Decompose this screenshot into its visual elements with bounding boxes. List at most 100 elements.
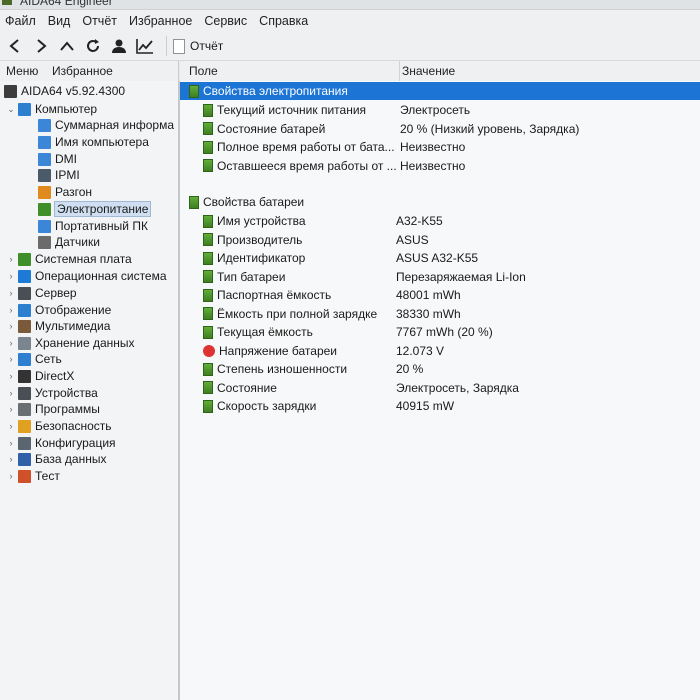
property-field: Полное время работы от бата... [203,140,395,154]
menu-file[interactable]: Файл [0,14,42,28]
user-button[interactable] [108,35,130,57]
tree-item-multimedia[interactable]: › Мультимедиа [6,318,111,334]
tree-item-display[interactable]: › Отображение [6,302,112,318]
chevron-down-icon[interactable]: ⌄ [6,104,16,115]
chevron-right-icon[interactable]: › [6,471,16,481]
chevron-right-icon[interactable]: › [6,404,16,414]
tree-item-portable-pc[interactable]: Портативный ПК [38,218,148,234]
battery-icon [203,159,213,172]
property-row[interactable]: Тип батареи Перезаряжаемая Li-Ion [180,268,700,286]
column-header-value[interactable]: Значение [399,61,455,81]
tab-menu[interactable]: Меню [0,64,52,78]
tree-item-power[interactable]: Электропитание [38,201,152,217]
report-button[interactable]: Отчёт [173,38,223,54]
property-value: 40915 mW [396,399,455,413]
tree-item-devices[interactable]: › Устройства [6,385,98,401]
tree-item-windows[interactable]: › Операционная система [6,268,167,284]
title-bar: AIDA64 Engineer [0,0,700,10]
battery-icon [189,84,199,98]
column-headers: Поле Значение [180,61,700,81]
battery-icon [203,399,213,413]
property-row[interactable]: Полное время работы от бата... Неизвестно [180,138,700,156]
user-icon [112,39,126,53]
chevron-right-icon[interactable]: › [6,421,16,431]
property-row[interactable]: Скорость зарядки 40915 mW [180,397,700,415]
back-button[interactable] [4,35,26,57]
refresh-icon [87,39,99,52]
tree-item-summary[interactable]: Суммарная информа [38,117,174,133]
dmi-icon [38,152,51,166]
property-field: Тип батареи [203,270,285,284]
property-name: Полное время работы от бата... [217,140,395,154]
tree-item-sensors[interactable]: Датчики [38,234,100,250]
property-value: Неизвестно [400,140,466,154]
sensors-icon [38,235,51,249]
property-row[interactable]: Состояние Электросеть, Зарядка [180,379,700,397]
battery-icon [203,214,213,228]
tree-item-server[interactable]: › Сервер [6,285,77,301]
chevron-right-icon[interactable]: › [6,388,16,398]
chevron-right-icon[interactable]: › [6,271,16,281]
tree-item-aida64[interactable]: AIDA64 v5.92.4300 [4,83,125,99]
property-name: Состояние [217,380,277,395]
chevron-right-icon[interactable]: › [6,438,16,448]
chevron-right-icon[interactable]: › [6,321,16,331]
tree-item-storage[interactable]: › Хранение данных [6,335,135,351]
property-name: Оставшееся время работы от ... [217,158,397,173]
menu-service[interactable]: Сервис [198,14,253,28]
tree-item-ipmi[interactable]: IPMI [38,167,80,183]
property-row[interactable]: Оставшееся время работы от ... Неизвестно [180,157,700,175]
column-header-field[interactable]: Поле [180,64,399,78]
property-row[interactable]: Степень изношенности 20 % [180,360,700,378]
tree-item-overclock[interactable]: Разгон [38,184,92,200]
property-row[interactable]: Текущий источник питания Электросеть [180,101,700,119]
chevron-right-icon[interactable]: › [6,454,16,464]
menu-report[interactable]: Отчёт [76,14,123,28]
chart-button[interactable] [134,35,156,57]
chevron-right-icon[interactable]: › [6,305,16,315]
tree-item-test[interactable]: › Тест [6,468,60,484]
chevron-right-icon[interactable]: › [6,338,16,348]
property-row[interactable]: Имя устройства A32-K55 [180,212,700,230]
chevron-right-icon[interactable]: › [6,254,16,264]
tree-item-network[interactable]: › Сеть [6,351,62,367]
tree-item-computer[interactable]: ⌄ Компьютер [6,101,97,117]
tree-item-database[interactable]: › База данных [6,451,107,467]
battery-icon [203,362,213,376]
property-row[interactable]: Состояние батарей 20 % (Низкий уровень, З… [180,120,700,138]
property-field: Состояние [203,381,277,395]
tree-item-label: Безопасность [35,419,112,433]
windows-icon [18,269,31,283]
property-row[interactable]: Паспортная ёмкость 48001 mWh [180,286,700,304]
property-value: Перезаряжаемая Li-Ion [396,269,526,284]
chevron-right-icon[interactable]: › [6,371,16,381]
property-row[interactable]: Напряжение батареи 12.073 V [180,342,700,360]
property-row[interactable]: Текущая ёмкость 7767 mWh (20 %) [180,323,700,341]
forward-button[interactable] [30,35,52,57]
property-value: Электросеть [400,103,471,117]
menu-favorites[interactable]: Избранное [123,14,198,28]
property-field: Напряжение батареи [203,344,337,358]
tree-item-security[interactable]: › Безопасность [6,418,112,434]
tree-item-config[interactable]: › Конфигурация [6,435,116,451]
property-row[interactable]: Идентификатор ASUS A32-K55 [180,249,700,267]
property-row[interactable]: Производитель ASUS [180,231,700,249]
battery-icon [203,140,213,154]
tree-item-directx[interactable]: › DirectX [6,368,75,384]
tree-item-computer-name[interactable]: Имя компьютера [38,134,149,150]
tree-item-dmi[interactable]: DMI [38,151,77,167]
property-row[interactable]: Ёмкость при полной зарядке 38330 mWh [180,305,700,323]
up-button[interactable] [56,35,78,57]
section-header[interactable]: Свойства батареи [180,193,700,211]
tree-item-label: Электропитание [53,201,152,217]
section-header[interactable]: Свойства электропитания [180,82,700,100]
tree-item-programs[interactable]: › Программы [6,401,100,417]
chevron-right-icon[interactable]: › [6,288,16,298]
tab-favorites[interactable]: Избранное [52,64,113,78]
menu-help[interactable]: Справка [253,14,314,28]
refresh-button[interactable] [82,35,104,57]
menu-view[interactable]: Вид [42,14,77,28]
property-field: Скорость зарядки [203,399,316,413]
chevron-right-icon[interactable]: › [6,354,16,364]
tree-item-motherboard[interactable]: › Системная плата [6,251,132,267]
